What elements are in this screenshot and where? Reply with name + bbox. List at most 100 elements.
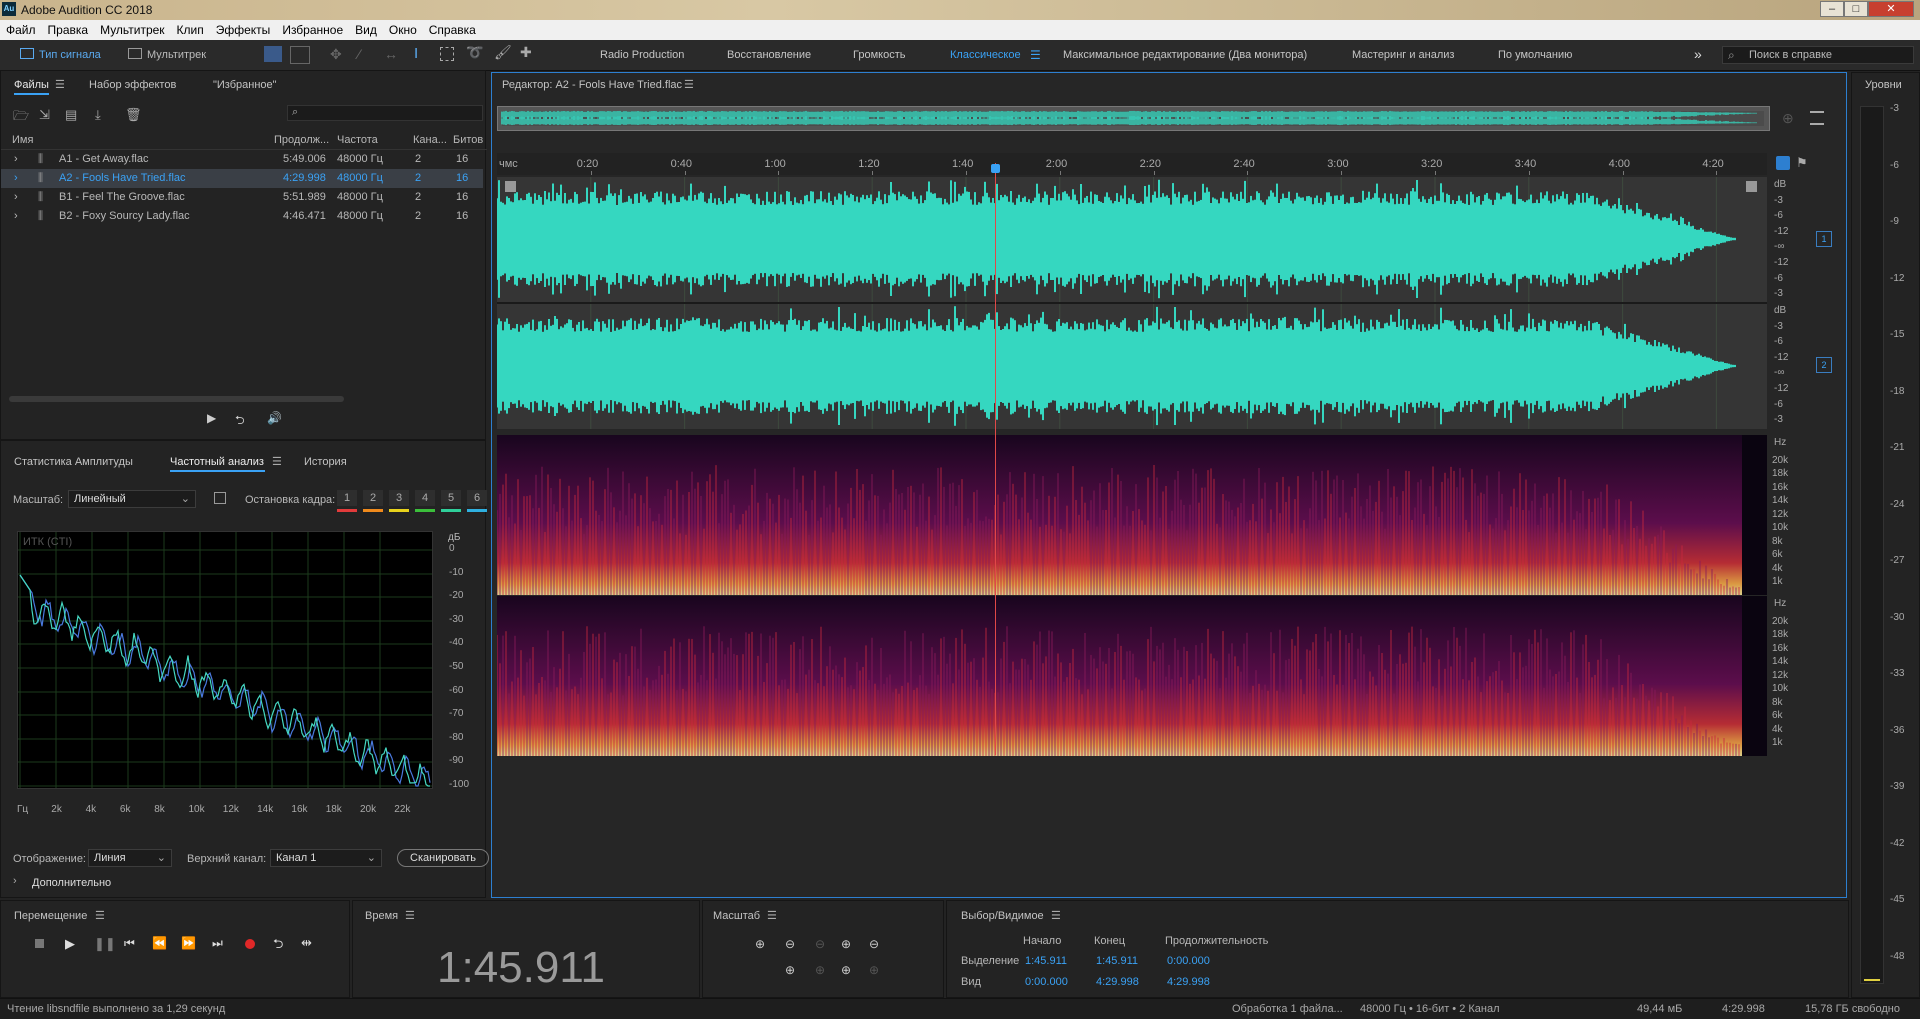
close-button[interactable]: ✕ [1868,1,1914,17]
files-filter-input[interactable]: ⌕ [287,105,483,121]
scale-select[interactable]: Линейный ⌄ [68,490,196,508]
more-workspaces-icon[interactable]: » [1694,46,1702,62]
freeze-slot-button[interactable]: 3 [389,490,409,506]
zoom-to-start-icon[interactable]: ⊕ [841,963,851,977]
channel-1-badge[interactable]: 1 [1816,231,1832,247]
editor-options-icon[interactable] [1810,111,1824,125]
menu-favorites[interactable]: Избранное [276,20,349,37]
menu-clip[interactable]: Клип [171,20,210,37]
multitrack-view-button[interactable]: Мультитрек [128,46,206,64]
time-menu-icon[interactable]: ☰ [405,909,415,922]
menu-effects[interactable]: Эффекты [210,20,277,37]
import-file-icon[interactable]: ⇲ [39,107,50,123]
transport-menu-icon[interactable]: ☰ [95,909,105,922]
spectral-display-channel-2[interactable] [497,596,1767,756]
menu-window[interactable]: Окно [383,20,423,37]
pause-button[interactable]: ❚❚ [94,936,116,952]
display-select[interactable]: Линия ⌄ [88,849,172,867]
insert-multitrack-icon[interactable]: ⤓ [95,107,101,123]
freeze-slot-button[interactable]: 2 [363,490,383,506]
spectral-pitch-icon[interactable] [290,46,310,64]
selection-menu-icon[interactable]: ☰ [1051,909,1061,922]
new-file-icon[interactable]: ▤ [65,107,77,123]
zoom-overview-icon[interactable]: ⊕ [1782,110,1794,127]
col-channels[interactable]: Кана... [413,134,447,146]
zoom-in-amplitude-icon[interactable]: ⊕ [755,937,765,951]
zoom-menu-icon[interactable]: ☰ [767,909,777,922]
waveform-view-button[interactable]: Тип сигнала [20,46,101,64]
files-scrollbar[interactable] [9,396,344,402]
fade-out-handle-icon[interactable] [1746,181,1757,192]
menu-file[interactable]: Файл [0,20,42,37]
workspace-restoration[interactable]: Восстановление [727,49,811,61]
waveform-display[interactable] [497,177,1767,429]
file-row[interactable]: › ⫼ B1 - Feel The Groove.flac 5:51.989 4… [1,188,483,207]
col-rate[interactable]: Частота [337,134,378,146]
view-end[interactable]: 4:29.998 [1096,976,1139,988]
menu-multitrack[interactable]: Мультитрек [94,20,170,37]
frequency-graph[interactable]: ИТК (CTI) [17,531,433,789]
tab-effects-rack[interactable]: Набор эффектов [89,79,176,91]
workspace-mastering[interactable]: Мастеринг и анализ [1352,49,1454,61]
workspace-radio-production[interactable]: Radio Production [600,49,684,61]
marquee-tool-icon[interactable] [440,47,454,61]
brush-tool-icon[interactable]: 🖌 [494,44,512,61]
col-duration[interactable]: Продолж... [274,134,329,146]
playhead-handle-icon[interactable] [991,164,1000,173]
time-ruler[interactable]: чмс 0:20 0:40 1:00 1:20 1:40 2:00 2:20 2:40 3:00… [497,153,1767,175]
fast-forward-button[interactable]: ⏩ [181,936,196,950]
autoplay-icon[interactable]: 🔊 [267,411,282,425]
time-selection-tool-icon[interactable]: I [414,45,418,62]
analysis-menu-icon[interactable]: ☰ [272,455,282,468]
scan-button[interactable]: Сканировать [397,849,489,867]
freeze-slot-button[interactable]: 6 [467,490,487,506]
rewind-button[interactable]: ⏪ [152,936,167,950]
go-to-start-button[interactable]: ⏮ [124,936,135,951]
freeze-slot-button[interactable]: 1 [337,490,357,506]
stop-button[interactable] [35,939,44,948]
col-name[interactable]: Имя [12,134,33,146]
workspace-loudness[interactable]: Громкость [853,49,905,61]
selection-end[interactable]: 1:45.911 [1096,955,1138,967]
menu-view[interactable]: Вид [349,20,383,37]
open-file-icon[interactable]: 🗁 [13,107,29,129]
menu-edit[interactable]: Правка [42,20,95,37]
snapshot-icon[interactable] [214,492,226,504]
view-duration[interactable]: 4:29.998 [1167,976,1210,988]
help-search-box[interactable]: ⌕ Поиск в справке [1722,46,1914,64]
spot-healing-tool-icon[interactable]: ✚ [520,44,532,61]
overview-bar[interactable] [497,106,1770,131]
play-preview-icon[interactable]: ▶ [207,411,216,425]
loop-preview-icon[interactable]: ⮌ [235,411,245,432]
workspace-dual-monitor[interactable]: Максимальное редактирование (Два монитор… [1063,49,1307,61]
delete-file-icon[interactable]: 🗑 [125,107,142,123]
channel-2-badge[interactable]: 2 [1816,357,1832,373]
fade-in-handle-icon[interactable] [505,181,516,192]
zoom-to-end-icon[interactable]: ⊕ [869,963,879,977]
move-tool-icon[interactable]: ✥ [330,46,342,63]
record-button[interactable] [245,939,255,949]
playhead[interactable] [995,163,996,755]
selection-start[interactable]: 1:45.911 [1025,955,1067,967]
zoom-out-time-icon[interactable]: ⊖ [869,937,879,951]
marker-pin-icon[interactable]: ⚑ [1796,155,1808,171]
zoom-to-selection-icon[interactable]: ⊕ [785,963,795,977]
loop-button[interactable]: ⮌ [273,935,283,957]
maximize-button[interactable]: □ [1844,1,1868,17]
workspace-classic[interactable]: Классическое [950,49,1021,61]
file-row-selected[interactable]: › ⫼ A2 - Fools Have Tried.flac 4:29.998 … [1,169,483,188]
advanced-chevron-icon[interactable]: › [13,875,17,887]
tab-files[interactable]: Файлы [14,79,49,91]
go-to-end-button[interactable]: ⏭ [212,936,223,951]
tab-frequency-analysis[interactable]: Частотный анализ [170,456,264,468]
editor-menu-icon[interactable]: ☰ [684,78,694,91]
selection-duration[interactable]: 0:00.000 [1167,955,1210,967]
expand-chevron-icon[interactable]: › [14,188,18,207]
expand-chevron-icon[interactable]: › [14,150,18,169]
top-channel-select[interactable]: Канал 1 ⌄ [270,849,382,867]
tab-amplitude-stats[interactable]: Статистика Амплитуды [14,456,133,468]
minimize-button[interactable]: – [1820,1,1844,17]
workspace-menu-icon[interactable]: ☰ [1030,48,1041,62]
zoom-in-point-icon[interactable]: ⊕ [815,963,825,977]
play-button[interactable]: ▶ [65,936,75,952]
